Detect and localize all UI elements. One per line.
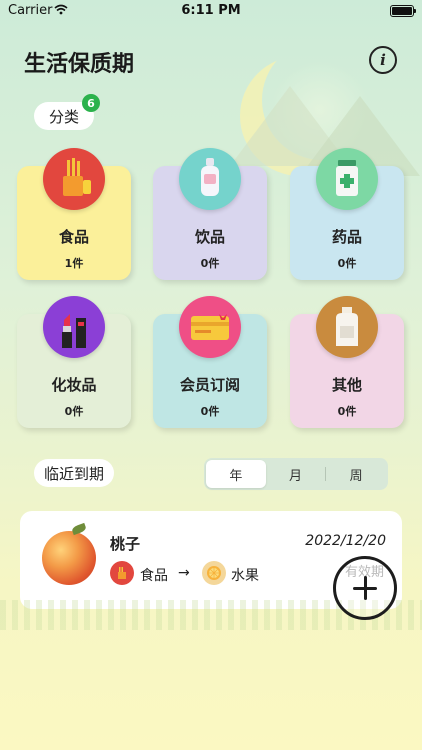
info-icon[interactable]: i bbox=[369, 46, 397, 74]
lipstick-icon bbox=[43, 296, 105, 358]
category-count: 0件 bbox=[200, 257, 220, 270]
bottle-icon bbox=[179, 148, 241, 210]
arrow-icon: → bbox=[178, 565, 190, 581]
category-label: 药品 bbox=[331, 228, 362, 246]
jug-icon bbox=[316, 296, 378, 358]
tab-month[interactable]: 月 bbox=[266, 460, 326, 488]
category-label: 化妆品 bbox=[51, 376, 97, 394]
add-item-button[interactable] bbox=[333, 556, 397, 620]
status-bar: Carrier 6:11 PM bbox=[0, 0, 422, 22]
clock-label: 6:11 PM bbox=[181, 3, 241, 18]
fries-icon bbox=[43, 148, 105, 210]
category-count-badge: 6 bbox=[82, 94, 100, 112]
category-count: 0件 bbox=[64, 405, 84, 418]
category-count: 0件 bbox=[337, 257, 357, 270]
tab-week[interactable]: 周 bbox=[326, 460, 386, 488]
page-title: 生活保质期 bbox=[24, 52, 135, 77]
item-subcategory: 水果 bbox=[231, 568, 259, 584]
period-segmented-control: 年 月 周 bbox=[204, 458, 388, 490]
category-count: 1件 bbox=[64, 257, 84, 270]
category-count: 0件 bbox=[337, 405, 357, 418]
item-name: 桃子 bbox=[110, 535, 141, 553]
category-label: 饮品 bbox=[194, 228, 225, 246]
medicine-icon bbox=[316, 148, 378, 210]
item-category: 食品 bbox=[140, 568, 168, 584]
peach-icon bbox=[42, 531, 96, 585]
category-label: 会员订阅 bbox=[179, 376, 240, 394]
upcoming-section-label: 临近到期 bbox=[34, 459, 114, 487]
category-label: 食品 bbox=[58, 228, 89, 246]
category-label: 其他 bbox=[331, 376, 362, 394]
battery-icon bbox=[390, 5, 416, 17]
tab-year[interactable]: 年 bbox=[206, 460, 266, 488]
fries-icon bbox=[110, 561, 134, 585]
category-count: 0件 bbox=[200, 405, 220, 418]
gift-card-icon bbox=[179, 296, 241, 358]
orange-slice-icon bbox=[202, 561, 226, 585]
item-date: 2022/12/20 bbox=[305, 533, 386, 549]
